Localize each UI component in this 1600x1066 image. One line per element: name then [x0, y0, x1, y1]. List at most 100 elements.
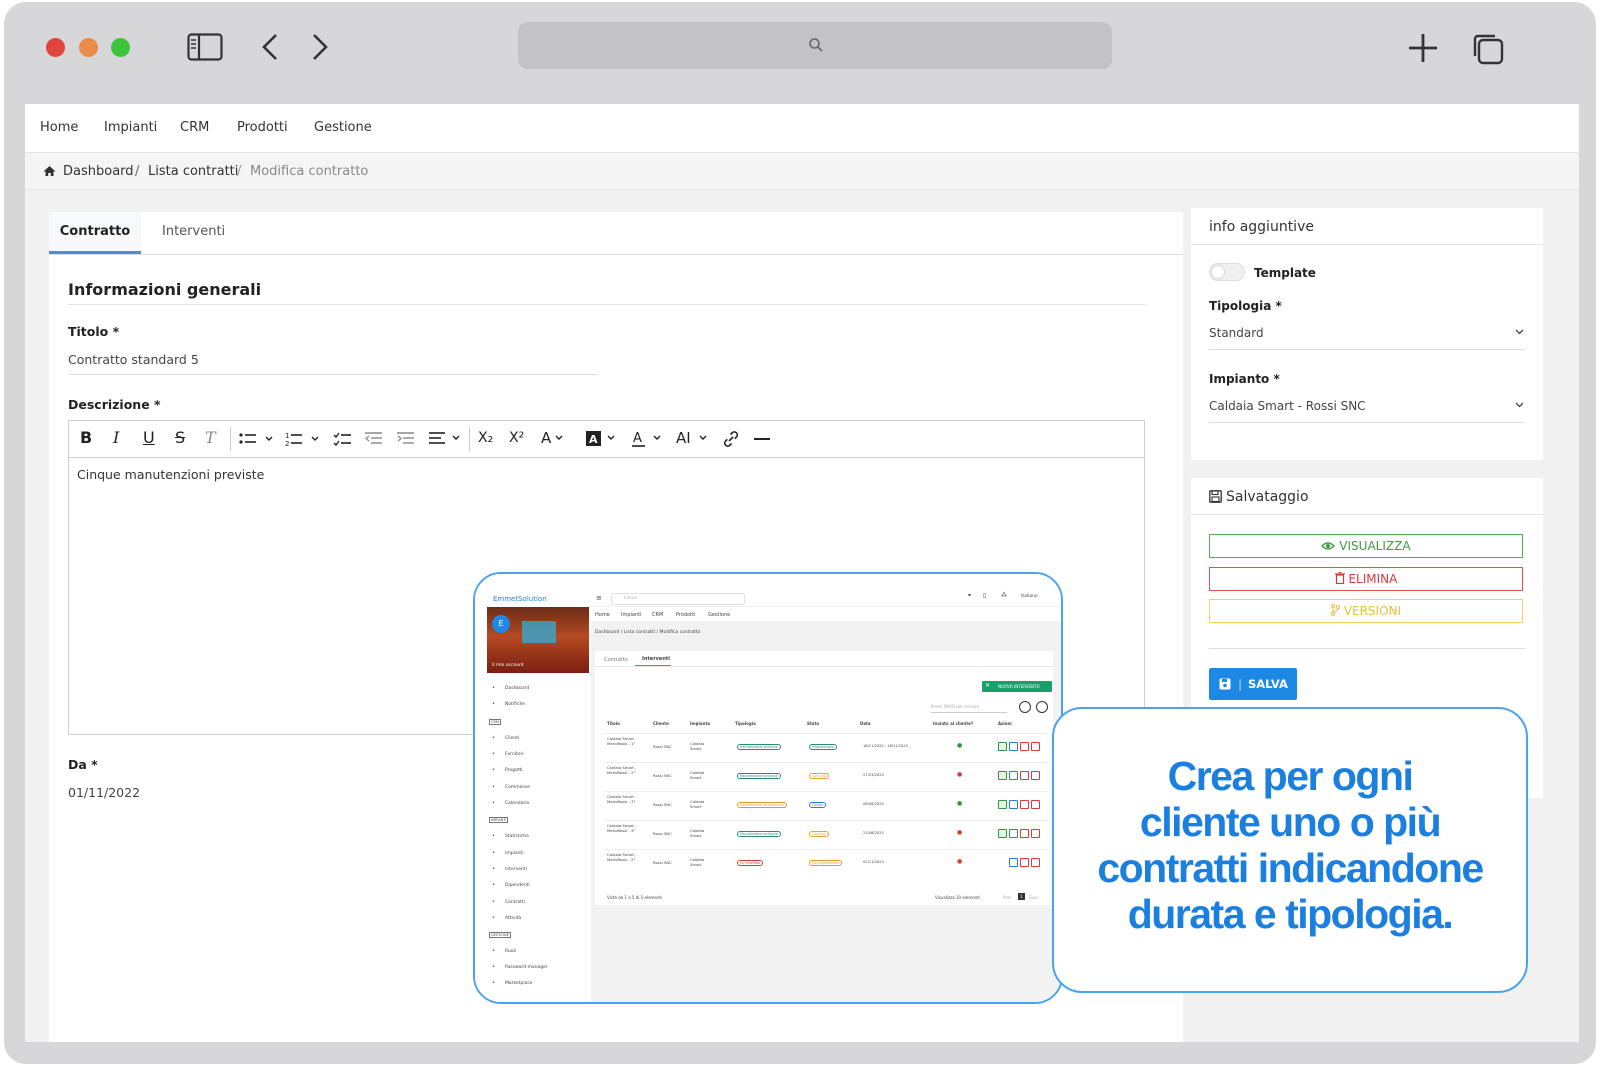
back-arrow-icon[interactable]	[260, 32, 280, 62]
mini-edit-icon[interactable]	[1009, 771, 1018, 780]
breadcrumb-dashboard[interactable]: Dashboard	[63, 164, 134, 179]
mini-edit-icon[interactable]	[1009, 800, 1018, 809]
forward-arrow-icon[interactable]	[310, 32, 330, 62]
editor-content[interactable]: Cinque manutenzioni previste	[77, 467, 264, 482]
mini-tab-contratto[interactable]: Contratto	[604, 657, 628, 663]
bullet-list-icon[interactable]	[239, 432, 275, 446]
new-tab-plus-icon[interactable]	[1407, 32, 1439, 64]
mini-edit-icon[interactable]	[1009, 829, 1018, 838]
outdent-icon[interactable]	[365, 431, 383, 447]
mini-tab-interventi[interactable]: Interventi	[642, 656, 670, 662]
mini-nav-prodotti[interactable]: Prodotti	[676, 612, 695, 618]
mini-delete-icon[interactable]	[1031, 771, 1040, 780]
mini-menu-item[interactable]: Progetti	[505, 768, 523, 773]
impianto-select[interactable]: Caldaia Smart - Rossi SNC	[1209, 399, 1366, 413]
mini-column-header[interactable]: Tipologia	[735, 721, 756, 726]
link-icon[interactable]	[722, 430, 740, 448]
mini-delete-icon[interactable]	[1031, 858, 1040, 867]
mini-menu-item[interactable]: Dipendenti	[505, 883, 530, 888]
mini-edit-icon[interactable]	[1009, 858, 1018, 867]
mini-pdf-icon[interactable]	[998, 800, 1007, 809]
mini-footer-right[interactable]: Visualizza 10 elementi	[935, 895, 980, 900]
elimina-button[interactable]: ELIMINA	[1209, 567, 1523, 591]
mini-menu-item[interactable]: Commesse	[505, 785, 530, 790]
nav-crm[interactable]: CRM	[180, 120, 209, 135]
mini-pdf-icon[interactable]	[998, 742, 1007, 751]
underline-button[interactable]: U	[143, 429, 155, 447]
breadcrumb-lista-contratti[interactable]: Lista contratti	[148, 164, 238, 179]
indent-icon[interactable]	[397, 431, 415, 447]
mini-menu-item[interactable]: Clienti	[505, 736, 519, 741]
mini-search[interactable]: Cerca	[611, 593, 745, 605]
mini-menu-item[interactable]: Notifiche	[505, 702, 525, 707]
mini-avatar[interactable]: E	[492, 615, 510, 633]
mini-menu-item[interactable]: Calendario	[505, 801, 529, 806]
mini-menu-item[interactable]: Contratti	[505, 900, 525, 905]
mini-menu-item[interactable]: Fornitori	[505, 752, 524, 757]
tipologia-select[interactable]: Standard	[1209, 326, 1264, 340]
checklist-icon[interactable]	[333, 431, 353, 447]
clear-format-button[interactable]: T	[205, 429, 216, 447]
template-toggle[interactable]	[1209, 263, 1245, 281]
salva-button[interactable]: | SALVA	[1209, 668, 1297, 700]
nav-home[interactable]: Home	[40, 120, 78, 135]
nav-prodotti[interactable]: Prodotti	[237, 120, 288, 135]
mini-delete-icon[interactable]	[1031, 800, 1040, 809]
mini-pdf-icon[interactable]	[998, 771, 1007, 780]
mini-menu-item[interactable]: Impianti	[505, 851, 523, 856]
mini-settings-icon[interactable]	[1036, 701, 1048, 713]
mini-nav-impianti[interactable]: Impianti	[621, 612, 642, 618]
text-color-icon[interactable]: A	[632, 430, 666, 448]
tab-contratto[interactable]: Contratto	[49, 212, 141, 254]
mini-hamburger-icon[interactable]: ≡	[596, 594, 602, 602]
mini-new-intervento-button[interactable]: ✕ NUOVO INTERVENTO	[982, 681, 1052, 692]
chevron-down-icon[interactable]	[1515, 329, 1525, 337]
font-size-button[interactable]: AI	[676, 429, 691, 447]
mini-menu-item[interactable]: Ruoli	[505, 949, 516, 954]
mini-prev-button[interactable]: Prec	[1003, 895, 1012, 900]
sidebar-toggle-icon[interactable]	[187, 33, 223, 61]
mini-column-header[interactable]: Stato	[807, 721, 819, 726]
mini-signature-icon[interactable]	[1020, 858, 1029, 867]
nav-impianti[interactable]: Impianti	[104, 120, 157, 135]
superscript-button[interactable]: X²	[509, 429, 524, 447]
mini-network-icon[interactable]: ⁂	[1001, 592, 1007, 599]
close-window-button[interactable]	[46, 38, 65, 57]
mini-delete-icon[interactable]	[1031, 829, 1040, 838]
mini-column-header[interactable]: Inviato al cliente?	[933, 721, 973, 726]
mini-column-header[interactable]: Cliente	[653, 721, 669, 726]
address-bar[interactable]	[518, 22, 1112, 69]
mini-menu-item[interactable]: Marketplace	[505, 981, 533, 986]
mini-language-select[interactable]: Italiano	[1021, 594, 1038, 599]
strikethrough-button[interactable]: S	[175, 429, 185, 447]
mini-nav-gestione[interactable]: Gestione	[708, 612, 730, 618]
mini-document-icon[interactable]: ▯	[983, 592, 986, 599]
heading-button[interactable]: A	[541, 429, 551, 447]
mini-menu-item[interactable]: Statistiche	[505, 834, 529, 839]
maximize-window-button[interactable]	[111, 38, 130, 57]
horizontal-rule-icon[interactable]	[754, 437, 772, 441]
nav-gestione[interactable]: Gestione	[314, 120, 372, 135]
visualizza-button[interactable]: VISUALIZZA	[1209, 534, 1523, 558]
mini-link-icon[interactable]: ⚭	[967, 592, 972, 599]
mini-menu-item[interactable]: Interventi	[505, 867, 527, 872]
chevron-down-icon[interactable]	[1515, 402, 1525, 410]
versioni-button[interactable]: VERSIONI	[1209, 599, 1523, 623]
mini-delete-icon[interactable]	[1031, 742, 1040, 751]
mini-menu-item[interactable]: Password manager	[505, 965, 548, 970]
mini-page-1[interactable]: 1	[1018, 893, 1025, 900]
mini-next-button[interactable]: Succ	[1029, 895, 1038, 900]
italic-button[interactable]: I	[113, 429, 119, 447]
mini-edit-icon[interactable]	[1009, 742, 1018, 751]
mini-menu-item[interactable]: Dashboard	[505, 686, 529, 691]
tabs-overview-icon[interactable]	[1471, 32, 1505, 66]
tab-interventi[interactable]: Interventi	[162, 212, 225, 254]
mini-column-header[interactable]: Azioni	[998, 721, 1012, 726]
titolo-input[interactable]: Contratto standard 5	[68, 352, 199, 367]
mini-account-label[interactable]: Il mio account	[492, 663, 524, 668]
align-icon[interactable]	[429, 431, 465, 447]
da-input[interactable]: 01/11/2022	[68, 785, 140, 800]
mini-pdf-icon[interactable]	[998, 829, 1007, 838]
mini-column-header[interactable]: Data	[860, 721, 871, 726]
mini-column-header[interactable]: Titolo	[607, 721, 620, 726]
